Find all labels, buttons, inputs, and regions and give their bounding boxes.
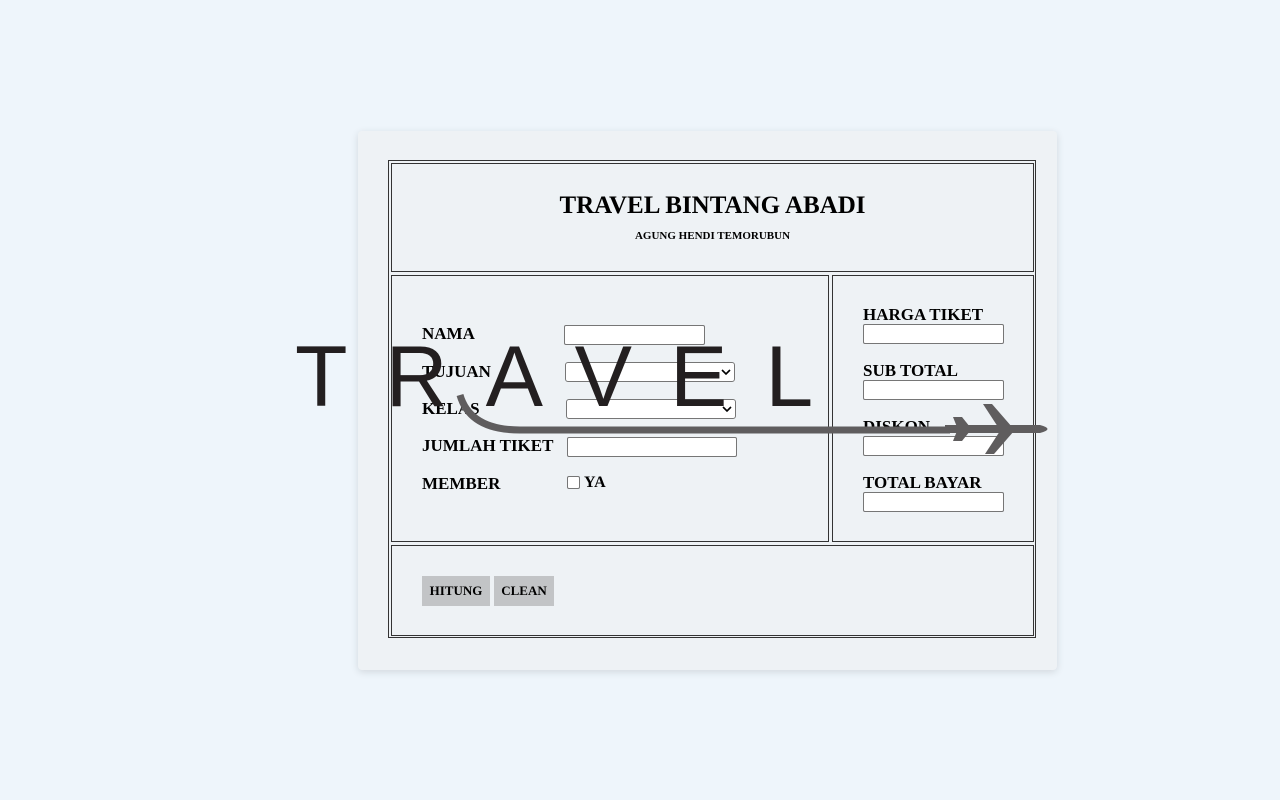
diskon-field[interactable] [863,436,1004,456]
page-subtitle: AGUNG HENDI TEMORUBUN [634,230,791,242]
member-label: MEMBER [422,474,501,493]
tujuan-select[interactable] [565,362,735,382]
harga-tiket-field[interactable] [863,324,1004,344]
member-option-label: YA [584,474,606,491]
member-checkbox[interactable] [567,476,580,489]
jumlah-tiket-label: JUMLAH TIKET [422,436,554,455]
harga-tiket-label: HARGA TIKET [863,305,984,324]
kelas-label: KELAS [422,399,480,418]
sub-total-label: SUB TOTAL [863,361,958,380]
total-bayar-field[interactable] [863,492,1004,512]
chevron-down-icon [721,369,731,376]
kelas-select[interactable] [566,399,736,419]
tujuan-label: TUJUAN [422,362,491,381]
page: TRAVEL BINTANG ABADI AGUNG HENDI TEMORUB… [0,0,1280,800]
clean-button[interactable]: CLEAN [494,576,554,606]
jumlah-tiket-input[interactable] [567,437,737,457]
diskon-label: DISKON [863,417,931,436]
page-title: TRAVEL BINTANG ABADI [559,192,866,219]
total-bayar-label: TOTAL BAYAR [863,473,982,492]
nama-label: NAMA [422,324,475,343]
nama-input[interactable] [564,325,705,345]
chevron-down-icon [722,406,732,413]
sub-total-field[interactable] [863,380,1004,400]
hitung-button[interactable]: HITUNG [422,576,490,606]
